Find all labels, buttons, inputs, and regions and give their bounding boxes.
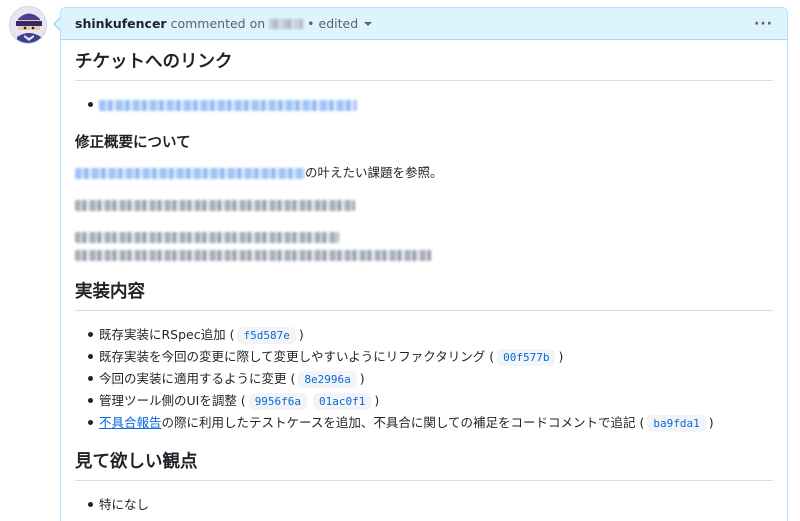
impl-item-text: 既存実装を今回の変更に際して変更しやすいようにリファクタリング ( — [99, 349, 495, 364]
commit-sha-link[interactable]: 00f577b — [497, 349, 556, 366]
heading-implementation: 実装内容 — [75, 282, 773, 311]
impl-item-suffix: ) — [374, 393, 380, 408]
chevron-down-icon[interactable] — [364, 21, 373, 26]
summary-text-redacted — [75, 196, 773, 214]
summary-ref-paragraph: の叶えたい課題を参照。 — [75, 164, 773, 182]
commit-sha-link[interactable]: 9956f6a — [248, 393, 308, 410]
author-link[interactable]: shinkufencer — [75, 16, 167, 31]
impl-item-suffix: ) — [558, 349, 564, 364]
impl-item-text: の際に利用したテストケースを追加、不具合に関しての補足をコードコメントで追記 ( — [161, 415, 645, 430]
commit-sha-link[interactable]: 8e2996a — [298, 371, 357, 388]
heading-summary: 修正概要について — [75, 135, 191, 151]
redacted-text — [75, 232, 339, 243]
impl-item-text: 既存実装にRSpec追加 ( — [99, 327, 235, 342]
commit-sha-link[interactable]: ba9fda1 — [647, 415, 706, 432]
list-item — [75, 94, 773, 115]
list-item: 特になし — [75, 494, 773, 515]
redacted-text — [75, 250, 431, 261]
comment-date-redacted[interactable] — [269, 18, 304, 29]
ticket-link-list — [75, 94, 773, 115]
impl-item-suffix: ) — [708, 415, 714, 430]
summary-text-redacted-2 — [75, 228, 773, 264]
heading-ticket-link: チケットへのリンク — [75, 52, 773, 81]
impl-item-text: 管理ツール側のUIを調整 ( — [99, 393, 246, 408]
comment-body: チケットへのリンク 修正概要について の叶えたい課題を参照。 実装内容 既存実装… — [61, 40, 787, 515]
impl-item-text: 今回の実装に適用するように変更 ( — [99, 371, 296, 386]
list-item: 不具合報告の際に利用したテストケースを追加、不具合に関しての補足をコードコメント… — [75, 412, 773, 434]
list-item: 既存実装にRSpec追加 (f5d587e) — [75, 324, 773, 346]
review-points-list: 特になし — [75, 494, 773, 515]
avatar[interactable] — [9, 6, 47, 44]
more-options-button[interactable]: ··· — [754, 16, 773, 32]
comment-header: shinkufencer commented on • edited ··· — [61, 8, 787, 40]
summary-ref-suffix: の叶えたい課題を参照。 — [305, 165, 443, 180]
bug-report-link[interactable]: 不具合報告 — [99, 415, 162, 430]
redacted-text — [75, 200, 355, 211]
impl-item-suffix: ) — [359, 371, 365, 386]
ticket-link-redacted[interactable] — [99, 100, 357, 111]
comment-action: commented on — [170, 16, 266, 31]
comment-box: shinkufencer commented on • edited ··· チ… — [60, 7, 788, 521]
list-item: 管理ツール側のUIを調整 (9956f6a 01ac0f1) — [75, 390, 773, 412]
heading-review-points: 見て欲しい観点 — [75, 452, 773, 481]
avatar-image — [10, 7, 46, 43]
comment-pointer-fill — [55, 18, 61, 30]
implementation-list: 既存実装にRSpec追加 (f5d587e) 既存実装を今回の変更に際して変更し… — [75, 324, 773, 434]
list-item: 今回の実装に適用するように変更 (8e2996a) — [75, 368, 773, 390]
commit-sha-link[interactable]: 01ac0f1 — [313, 393, 372, 410]
edited-label[interactable]: • edited — [307, 16, 358, 31]
commit-sha-link[interactable]: f5d587e — [237, 327, 296, 344]
list-item: 既存実装を今回の変更に際して変更しやすいようにリファクタリング (00f577b… — [75, 346, 773, 368]
impl-item-suffix: ) — [298, 327, 304, 342]
summary-link-redacted[interactable] — [75, 168, 305, 179]
